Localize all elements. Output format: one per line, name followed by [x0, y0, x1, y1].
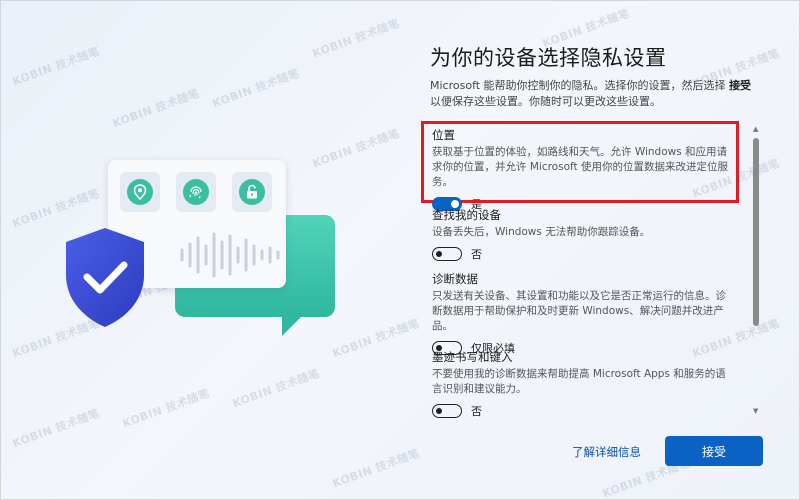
- description-text-2: 以便保存这些设置。你随时可以更改这些设置。: [430, 95, 661, 108]
- setting-description: 设备丢失后，Windows 无法帮助你跟踪设备。: [432, 226, 651, 238]
- page-description: Microsoft 能帮助你控制你的隐私。选择你的设置，然后选择 接受 以便保存…: [430, 78, 765, 110]
- setting-title: 查找我的设备: [432, 208, 501, 222]
- scroll-down-arrow-icon[interactable]: ▼: [753, 407, 758, 415]
- red-highlight-box: [421, 121, 739, 203]
- learn-more-link[interactable]: 了解详细信息: [572, 444, 641, 460]
- privacy-illustration: [60, 160, 340, 350]
- scrollbar-thumb[interactable]: [753, 138, 759, 326]
- fingerprint-chip: [176, 172, 216, 212]
- setting-inking-typing: 墨迹书写和键入 不要使用我的诊断数据来帮助提高 Microsoft Apps 和…: [432, 349, 732, 419]
- privacy-settings-panel: 为你的设备选择隐私设置 Microsoft 能帮助你控制你的隐私。选择你的设置，…: [421, 0, 770, 500]
- lock-chip: [232, 172, 272, 212]
- lock-icon: [239, 179, 265, 205]
- description-accept-word: 接受: [729, 79, 752, 92]
- setting-title: 诊断数据: [432, 272, 478, 286]
- toggle-label: 否: [471, 405, 482, 418]
- accept-button[interactable]: 接受: [665, 436, 763, 466]
- sound-wave-icon: [180, 232, 280, 278]
- inking-typing-toggle[interactable]: [432, 404, 462, 418]
- setting-description: 不要使用我的诊断数据来帮助提高 Microsoft Apps 和服务的语言识别和…: [432, 368, 726, 395]
- page-title: 为你的设备选择隐私设置: [430, 46, 667, 70]
- fingerprint-icon: [183, 179, 209, 205]
- setting-diagnostic-data: 诊断数据 只发送有关设备、其设置和功能以及它是否正常运行的信息。诊断数据用于帮助…: [432, 271, 732, 356]
- setting-description: 只发送有关设备、其设置和功能以及它是否正常运行的信息。诊断数据用于帮助保护和及时…: [432, 290, 726, 332]
- location-pin-icon: [127, 179, 153, 205]
- location-chip: [120, 172, 160, 212]
- find-my-device-toggle[interactable]: [432, 247, 462, 261]
- description-text: Microsoft 能帮助你控制你的隐私。选择你的设置，然后选择: [430, 79, 726, 92]
- setting-title: 墨迹书写和键入: [432, 350, 513, 364]
- settings-scroll-area[interactable]: 位置 获取基于位置的体验，如路线和天气。允许 Windows 和应用请求你的位置…: [421, 121, 750, 419]
- setting-location: 位置 获取基于位置的体验，如路线和天气。允许 Windows 和应用请求你的位置…: [421, 121, 739, 212]
- shield-check-icon: [66, 228, 144, 327]
- setting-find-my-device: 查找我的设备 设备丢失后，Windows 无法帮助你跟踪设备。 否: [432, 207, 732, 262]
- scroll-up-arrow-icon[interactable]: ▲: [753, 125, 758, 133]
- chat-bubble-tail: [282, 310, 308, 336]
- settings-scrollbar[interactable]: ▲ ▼: [750, 125, 762, 417]
- toggle-label: 否: [471, 248, 482, 261]
